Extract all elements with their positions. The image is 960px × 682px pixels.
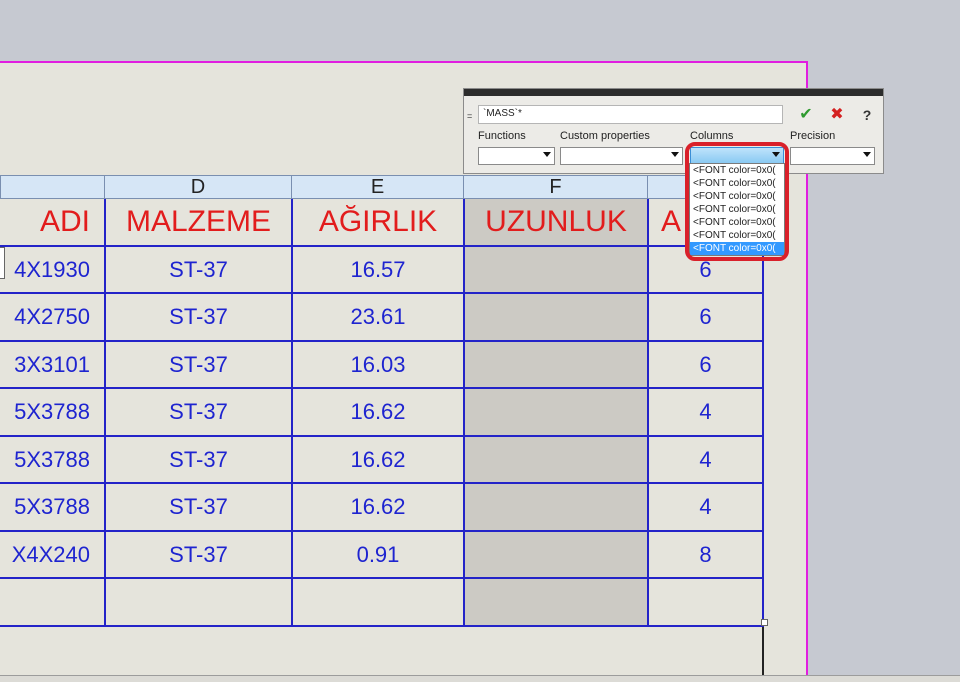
table-cell[interactable]: 16.62 [293, 389, 465, 437]
table-header-cell[interactable]: AĞIRLIK [293, 199, 465, 247]
table-cell[interactable]: ST-37 [106, 532, 293, 579]
red-highlight-outline [685, 142, 789, 261]
column-header-blank[interactable] [0, 175, 105, 199]
table-cell[interactable] [465, 437, 649, 484]
table-cell[interactable] [465, 579, 649, 627]
row-handle[interactable] [0, 247, 5, 279]
table-cell[interactable]: 3X3101 [0, 342, 106, 389]
table-cell[interactable]: 0.91 [293, 532, 465, 579]
resize-handle[interactable] [761, 619, 768, 626]
chevron-down-icon [671, 152, 679, 157]
table-cell[interactable]: ST-37 [106, 294, 293, 342]
table-cell[interactable]: 4 [649, 484, 764, 532]
precision-label: Precision [790, 130, 836, 142]
table-cell[interactable] [106, 579, 293, 627]
table-cell[interactable] [649, 579, 764, 627]
chevron-down-icon [863, 152, 871, 157]
table-cell[interactable]: 5X3788 [0, 389, 106, 437]
equals-sign: = [467, 111, 473, 121]
table-cell[interactable]: 4X1930 [0, 247, 106, 294]
custom-properties-combo[interactable] [560, 147, 683, 165]
table-cell[interactable] [0, 579, 106, 627]
chevron-down-icon [543, 152, 551, 157]
bom-table[interactable]: ADI MALZEME AĞIRLIK UZUNLUK A 4X1930 ST-37 16.5… [0, 199, 764, 627]
accept-check-icon[interactable]: ✔ [797, 106, 815, 124]
table-cell[interactable] [465, 389, 649, 437]
table-cell[interactable]: ST-37 [106, 342, 293, 389]
table-cell[interactable]: 5X3788 [0, 484, 106, 532]
table-cell[interactable] [465, 484, 649, 532]
table-cell[interactable]: 16.62 [293, 437, 465, 484]
table-cell[interactable] [465, 247, 649, 294]
table-cell[interactable] [465, 532, 649, 579]
table-cell[interactable]: 5X3788 [0, 437, 106, 484]
column-header-d[interactable]: D [104, 175, 292, 199]
precision-combo[interactable] [790, 147, 875, 165]
table-header-cell[interactable]: UZUNLUK [465, 199, 649, 247]
table-cell[interactable]: ST-37 [106, 437, 293, 484]
column-header-f[interactable]: F [463, 175, 648, 199]
table-header-cell[interactable]: ADI [0, 199, 106, 247]
cancel-x-icon[interactable]: ✖ [828, 106, 846, 124]
table-cell[interactable]: 8 [649, 532, 764, 579]
functions-label: Functions [478, 130, 526, 142]
table-cell[interactable]: 6 [649, 342, 764, 389]
table-cell[interactable]: 16.03 [293, 342, 465, 389]
table-cell[interactable]: 16.62 [293, 484, 465, 532]
table-cell[interactable] [293, 579, 465, 627]
column-header-e[interactable]: E [291, 175, 464, 199]
table-cell[interactable]: 16.57 [293, 247, 465, 294]
table-header-cell[interactable]: MALZEME [106, 199, 293, 247]
dialog-title-bar[interactable] [464, 89, 883, 96]
columns-label: Columns [690, 130, 734, 142]
table-cell[interactable]: ST-37 [106, 389, 293, 437]
table-cell[interactable]: 23.61 [293, 294, 465, 342]
table-cell[interactable]: X4X240 [0, 532, 106, 579]
table-cell[interactable]: ST-37 [106, 484, 293, 532]
table-formula-dialog: = `MASS`* ✔ ✖ ? Functions Custom propert… [463, 88, 884, 174]
formula-input[interactable]: `MASS`* [478, 105, 783, 124]
functions-combo[interactable] [478, 147, 555, 165]
table-cell[interactable]: 4 [649, 389, 764, 437]
table-cell[interactable]: 4X2750 [0, 294, 106, 342]
help-icon[interactable]: ? [858, 106, 876, 124]
custom-properties-label: Custom properties [560, 130, 650, 142]
table-cell[interactable] [465, 294, 649, 342]
drawing-line [762, 627, 764, 677]
table-cell[interactable]: ST-37 [106, 247, 293, 294]
table-cell[interactable] [465, 342, 649, 389]
table-cell[interactable]: 4 [649, 437, 764, 484]
table-cell[interactable]: 6 [649, 294, 764, 342]
